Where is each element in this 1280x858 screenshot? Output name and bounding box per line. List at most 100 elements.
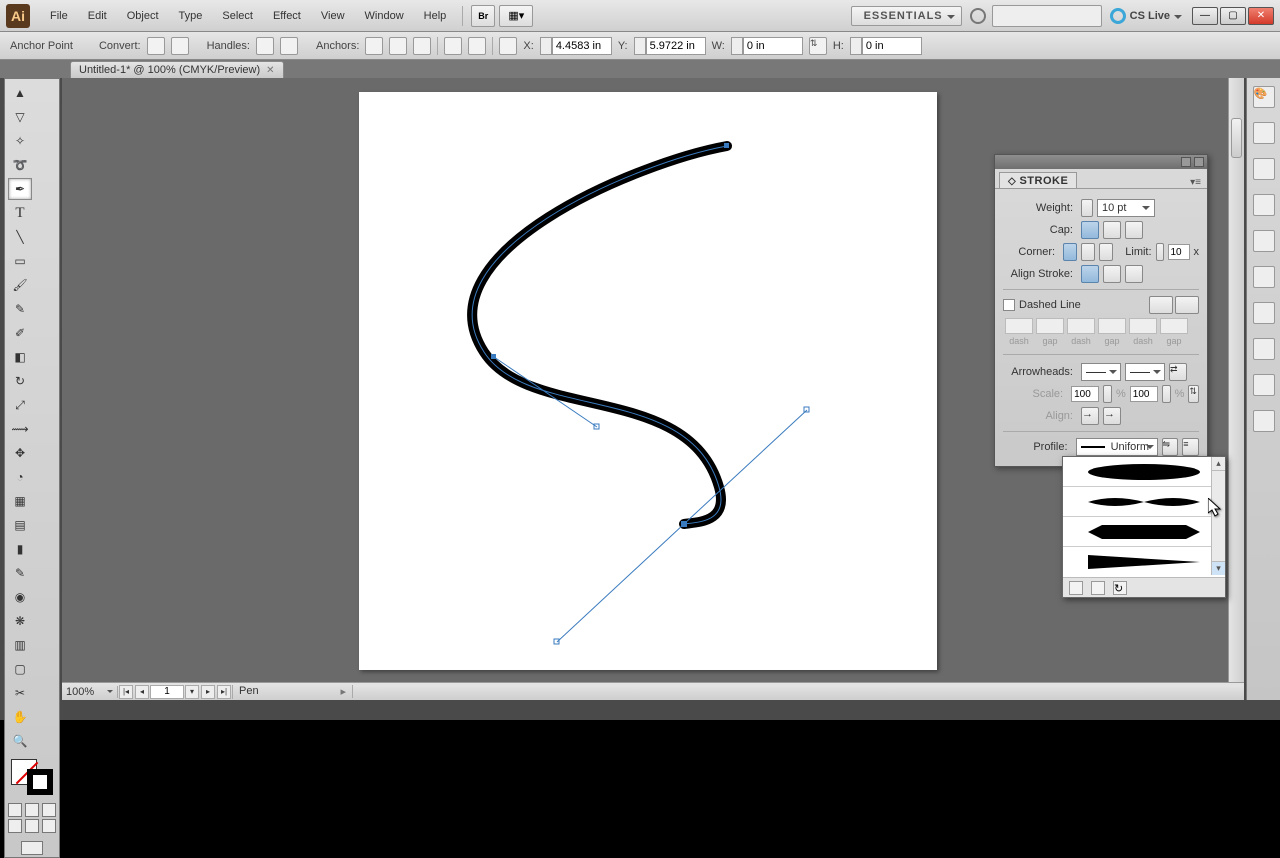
profile-option-3[interactable] — [1063, 517, 1225, 547]
artboard[interactable] — [359, 92, 937, 670]
dash-preserve-button[interactable] — [1149, 296, 1173, 314]
last-artboard-button[interactable]: ▸| — [217, 685, 231, 699]
appearance-icon[interactable] — [1253, 374, 1275, 396]
free-transform-tool[interactable]: ✥ — [8, 442, 32, 464]
stroke-tab[interactable]: ◇ STROKE — [999, 172, 1077, 188]
symbols-icon[interactable] — [1253, 230, 1275, 252]
prev-artboard-button[interactable]: ◂ — [135, 685, 149, 699]
gradient-tool[interactable]: ▮ — [8, 538, 32, 560]
cap-projecting-button[interactable] — [1125, 221, 1143, 239]
gap-3-field[interactable] — [1160, 318, 1188, 334]
mesh-tool[interactable]: ▤ — [8, 514, 32, 536]
first-artboard-button[interactable]: |◂ — [119, 685, 133, 699]
window-minimize[interactable]: — — [1192, 7, 1218, 25]
handles-hide-button[interactable] — [280, 37, 298, 55]
scale-start-field[interactable] — [1071, 386, 1099, 402]
scale-end-stepper[interactable] — [1162, 385, 1171, 403]
gap-1-field[interactable] — [1036, 318, 1064, 334]
search-input[interactable] — [992, 5, 1102, 27]
blob-brush-tool[interactable]: ✐ — [8, 322, 32, 344]
align-arrow-2-button[interactable]: → — [1103, 407, 1121, 425]
w-stepper[interactable] — [731, 37, 743, 55]
dashed-line-checkbox[interactable] — [1003, 299, 1015, 311]
panel-menu-icon[interactable]: ▾≡ — [1184, 177, 1207, 188]
anchor-btn-3[interactable] — [413, 37, 431, 55]
menu-effect[interactable]: Effect — [263, 6, 311, 26]
corner-miter-button[interactable] — [1063, 243, 1077, 261]
pencil-tool[interactable]: ✎ — [8, 298, 32, 320]
align-btn-2[interactable] — [468, 37, 486, 55]
x-field[interactable] — [552, 37, 612, 55]
weight-field[interactable]: 10 pt — [1097, 199, 1155, 217]
link-wh-button[interactable]: ⇅ — [809, 37, 827, 55]
profile-option-4[interactable] — [1063, 547, 1225, 577]
convert-corner-button[interactable] — [147, 37, 165, 55]
current-tool-indicator[interactable]: Pen — [233, 685, 353, 698]
limit-field[interactable] — [1168, 244, 1190, 260]
magic-wand-tool[interactable]: ✧ — [8, 130, 32, 152]
vertical-scrollbar[interactable] — [1228, 78, 1244, 684]
gradient-panel-icon[interactable] — [1253, 302, 1275, 324]
pen-tool[interactable]: ✒ — [8, 178, 32, 200]
menu-select[interactable]: Select — [212, 6, 263, 26]
document-tab[interactable]: Untitled-1* @ 100% (CMYK/Preview) ✕ — [70, 61, 284, 78]
panel-close-icon[interactable] — [1194, 157, 1204, 167]
profile-option-2[interactable] — [1063, 487, 1225, 517]
reset-profile-button[interactable]: ↻ — [1113, 581, 1127, 595]
w-field[interactable] — [743, 37, 803, 55]
profile-dropdown[interactable]: Uniform — [1076, 438, 1158, 456]
anchor-btn-2[interactable] — [389, 37, 407, 55]
selection-tool[interactable]: ▲ — [8, 82, 32, 104]
rotate-tool[interactable]: ↻ — [8, 370, 32, 392]
panel-collapse-icon[interactable] — [1181, 157, 1191, 167]
window-maximize[interactable]: ▢ — [1220, 7, 1246, 25]
zoom-dropdown[interactable]: 100% — [62, 686, 118, 698]
window-close[interactable]: ✕ — [1248, 7, 1274, 25]
save-profile-button[interactable] — [1069, 581, 1083, 595]
menu-help[interactable]: Help — [414, 6, 457, 26]
menu-type[interactable]: Type — [169, 6, 213, 26]
horizontal-scrollbar[interactable] — [353, 685, 1244, 699]
arrowhead-end-dropdown[interactable] — [1125, 363, 1165, 381]
isolate-btn[interactable] — [499, 37, 517, 55]
anchor-btn-1[interactable] — [365, 37, 383, 55]
profile-option-1[interactable] — [1063, 457, 1225, 487]
link-scale-button[interactable]: ⇅ — [1188, 385, 1199, 403]
color-panel-icon[interactable]: 🎨 — [1253, 86, 1275, 108]
artboard-dropdown[interactable]: ▾ — [185, 685, 199, 699]
scale-tool[interactable]: ⤢ — [8, 394, 32, 416]
dash-align-button[interactable] — [1175, 296, 1199, 314]
graph-tool[interactable]: ▥ — [8, 634, 32, 656]
flip-across-button[interactable]: ≡ — [1182, 438, 1199, 456]
cslive-button[interactable]: CS Live — [1130, 10, 1182, 22]
direct-selection-tool[interactable]: ▽ — [8, 106, 32, 128]
flip-along-button[interactable]: ⇋ — [1162, 438, 1179, 456]
symbol-sprayer-tool[interactable]: ❋ — [8, 610, 32, 632]
align-center-button[interactable] — [1081, 265, 1099, 283]
screen-mode-button[interactable] — [21, 841, 43, 855]
next-artboard-button[interactable]: ▸ — [201, 685, 215, 699]
bridge-icon[interactable]: Br — [471, 5, 495, 27]
handles-show-button[interactable] — [256, 37, 274, 55]
hand-tool[interactable]: ✋ — [8, 706, 32, 728]
gap-2-field[interactable] — [1098, 318, 1126, 334]
corner-bevel-button[interactable] — [1099, 243, 1113, 261]
draw-mode-2[interactable] — [25, 819, 39, 833]
h-field[interactable] — [862, 37, 922, 55]
draw-mode-1[interactable] — [8, 819, 22, 833]
close-tab-icon[interactable]: ✕ — [266, 65, 274, 76]
scale-end-field[interactable] — [1130, 386, 1158, 402]
weight-stepper[interactable] — [1081, 199, 1093, 217]
rectangle-tool[interactable]: ▭ — [8, 250, 32, 272]
convert-smooth-button[interactable] — [171, 37, 189, 55]
menu-view[interactable]: View — [311, 6, 355, 26]
artboard-number-field[interactable] — [150, 685, 184, 699]
swatches-icon[interactable] — [1253, 158, 1275, 180]
cap-round-button[interactable] — [1103, 221, 1121, 239]
draw-mode-3[interactable] — [42, 819, 56, 833]
layers-icon[interactable] — [1253, 410, 1275, 432]
menu-edit[interactable]: Edit — [78, 6, 117, 26]
dash-1-field[interactable] — [1005, 318, 1033, 334]
type-tool[interactable]: T — [8, 202, 32, 224]
menu-file[interactable]: File — [40, 6, 78, 26]
